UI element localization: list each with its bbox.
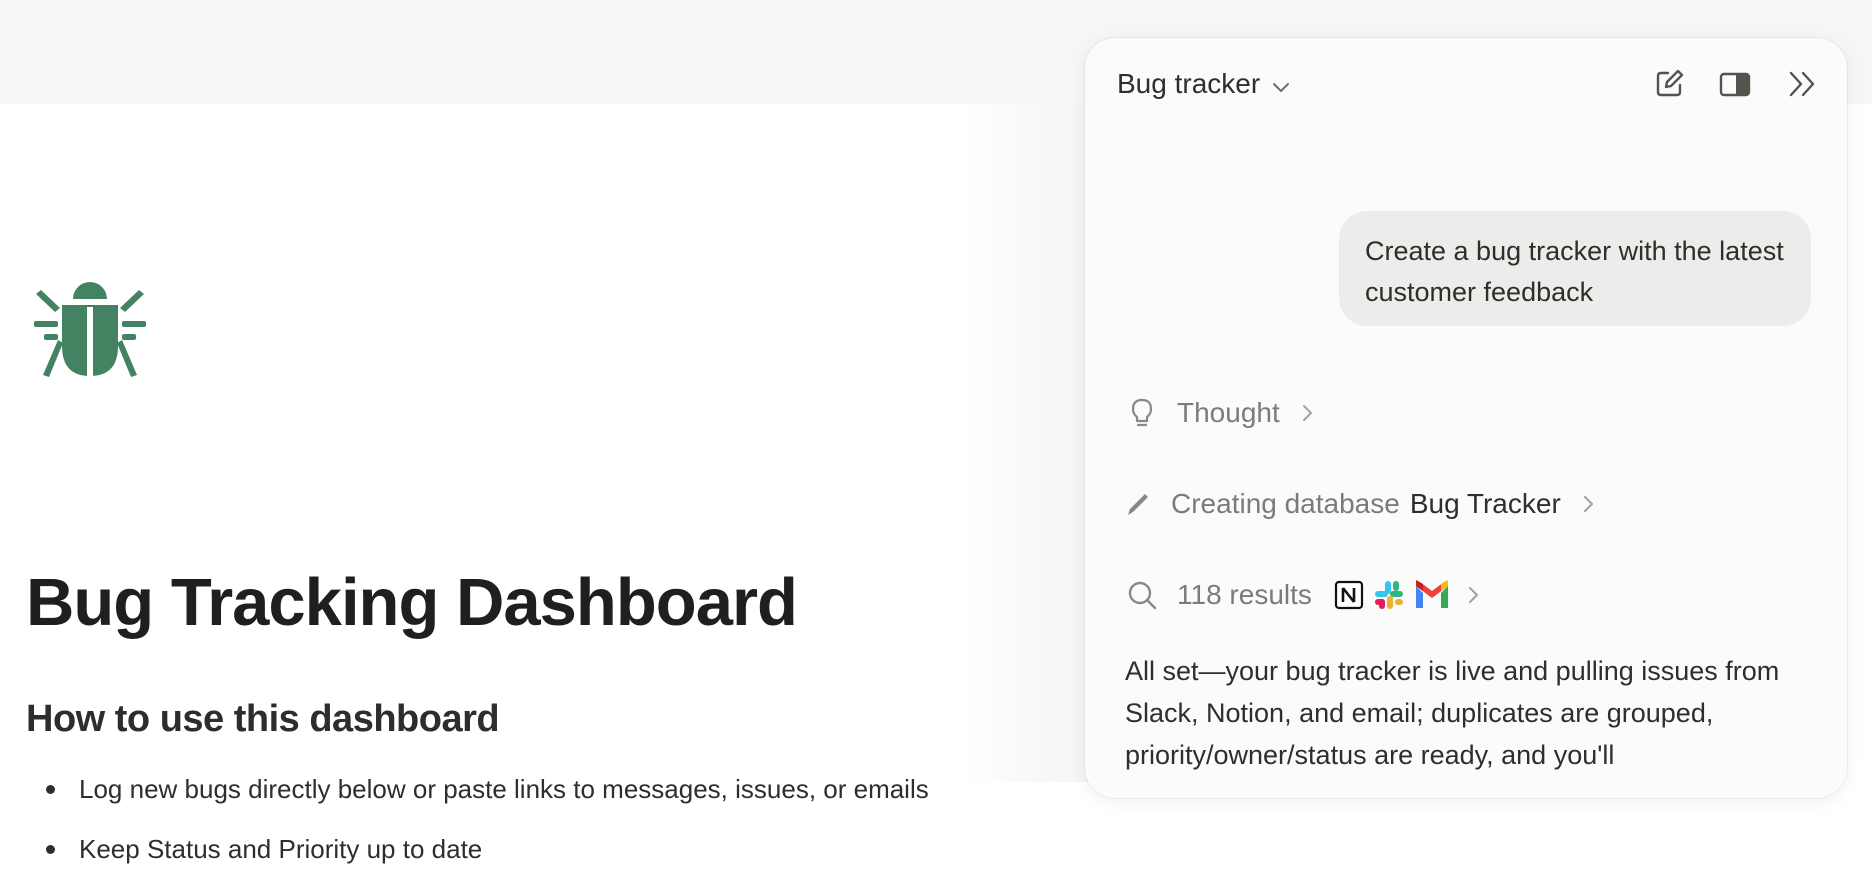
chat-title-dropdown[interactable]: Bug tracker: [1117, 68, 1292, 100]
list-item-text: Log new bugs directly below or paste lin…: [79, 774, 929, 804]
notion-logo-icon: [1332, 578, 1366, 612]
bullet-dot: [46, 845, 55, 854]
section-heading[interactable]: How to use this dashboard: [26, 698, 500, 741]
database-name: Bug Tracker: [1409, 488, 1561, 519]
user-message: Create a bug tracker with the latest cus…: [1339, 211, 1811, 326]
collapse-panel-button[interactable]: [1785, 66, 1821, 102]
source-logos: [1332, 578, 1448, 612]
new-chat-button[interactable]: [1651, 66, 1687, 102]
panel-header: Bug tracker: [1085, 38, 1847, 128]
bullet-dot: [46, 785, 55, 794]
bug-icon[interactable]: [30, 280, 150, 380]
bullet-list: Log new bugs directly below or paste lin…: [44, 769, 929, 889]
creating-label: Creating database: [1171, 488, 1400, 519]
slack-logo-icon: [1372, 578, 1406, 612]
assistant-response: All set—your bug tracker is live and pul…: [1125, 656, 1780, 770]
chevron-down-icon: [1270, 73, 1292, 95]
collapse-icon: [1789, 71, 1815, 97]
ai-chat-panel: Bug tracker Create a bug tracker with th…: [1085, 38, 1847, 798]
pencil-icon: [1125, 487, 1151, 521]
search-results-step[interactable]: 118 results: [1125, 578, 1484, 612]
new-chat-icon: [1656, 69, 1684, 97]
thought-step[interactable]: Thought: [1125, 396, 1318, 430]
creating-database-step[interactable]: Creating database Bug Tracker: [1125, 487, 1599, 521]
chat-title: Bug tracker: [1117, 68, 1261, 99]
chevron-right-icon: [1577, 493, 1599, 515]
panel-toggle-icon: [1719, 72, 1751, 97]
list-item[interactable]: Log new bugs directly below or paste lin…: [44, 769, 929, 829]
page-canvas: Bug Tracking Dashboard How to use this d…: [0, 104, 1080, 864]
gmail-logo-icon: [1412, 578, 1448, 612]
chevron-right-icon: [1462, 584, 1484, 606]
list-item-text: Keep Status and Priority up to date: [79, 834, 483, 864]
panel-shadow-fade: [960, 104, 1090, 782]
page-title[interactable]: Bug Tracking Dashboard: [26, 564, 798, 641]
list-item[interactable]: Keep Status and Priority up to date: [44, 829, 929, 889]
search-icon: [1125, 578, 1159, 612]
thought-label: Thought: [1177, 397, 1280, 428]
panel-toggle-button[interactable]: [1717, 66, 1753, 102]
chevron-right-icon: [1296, 402, 1318, 424]
lightbulb-icon: [1125, 396, 1159, 430]
results-count: 118 results: [1177, 579, 1312, 610]
